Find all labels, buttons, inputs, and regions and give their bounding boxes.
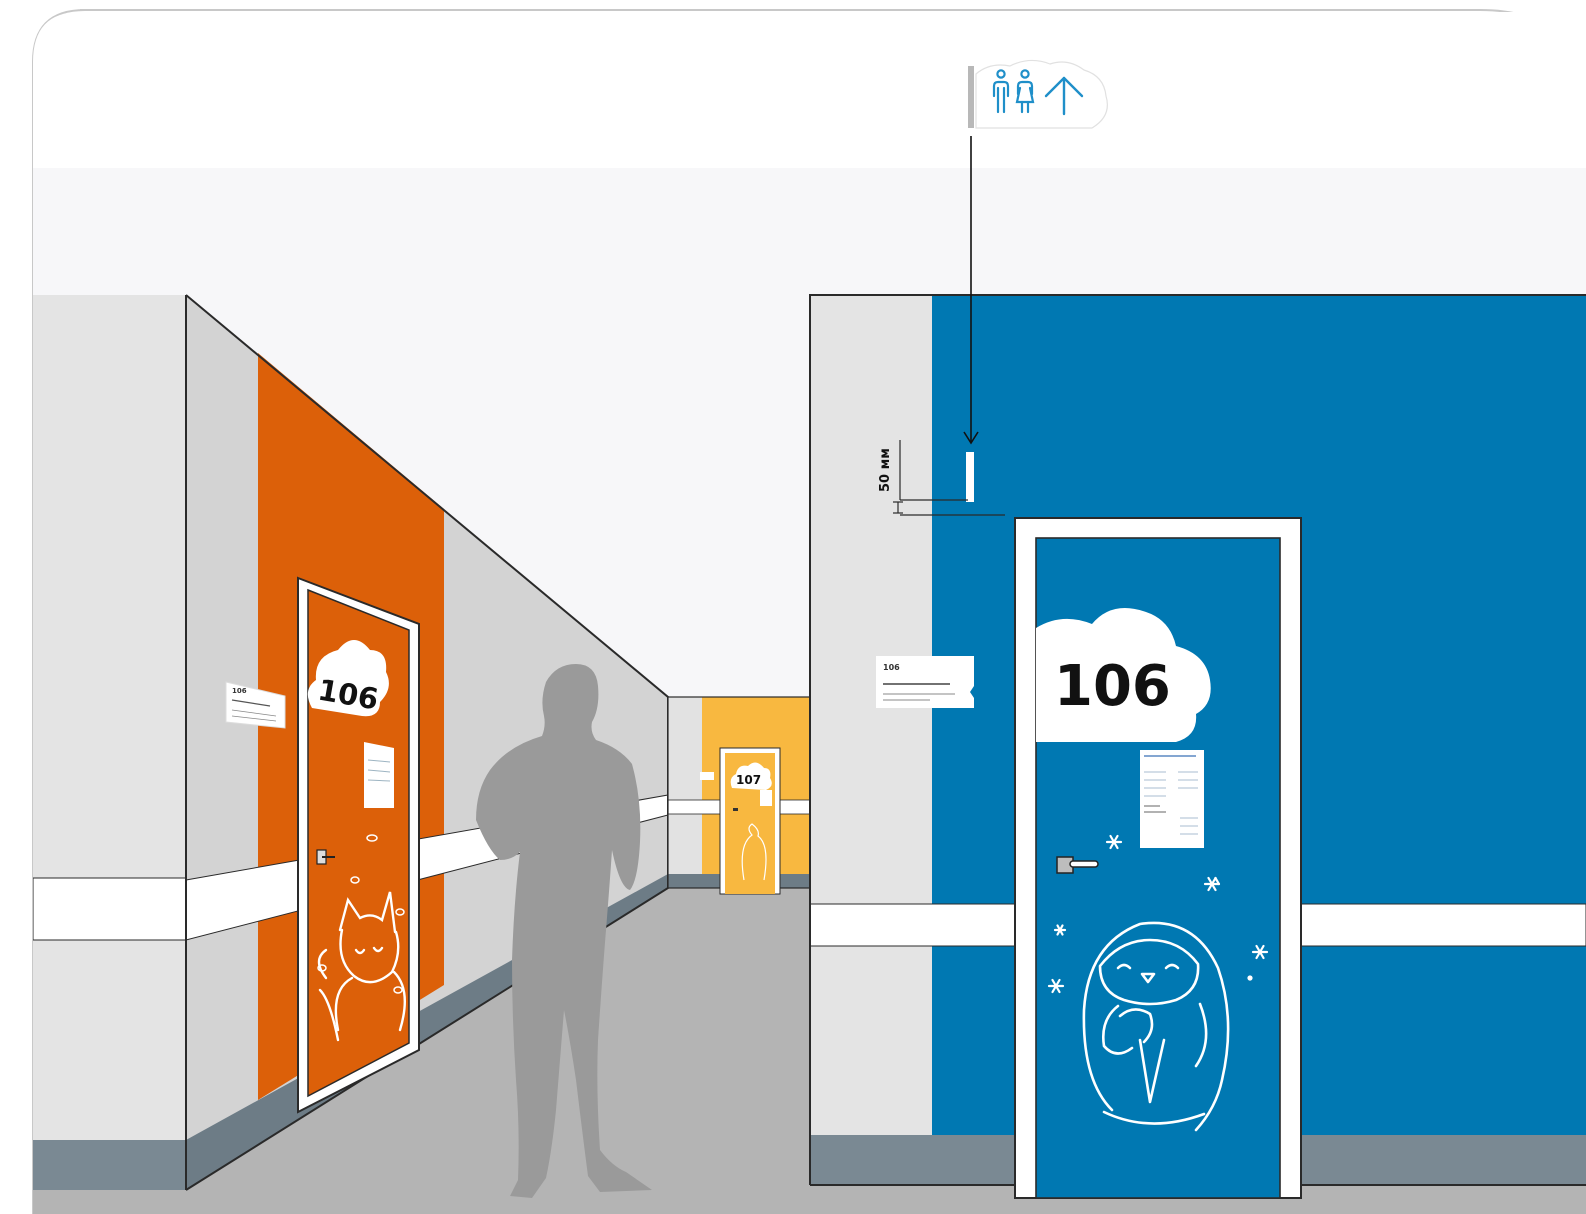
wayfinding-scene: 50 мм 106 107 106 106 106 [32,9,1586,1214]
left-door-notice [364,742,394,808]
main-door [1014,517,1302,1199]
far-door [719,747,781,895]
dimension-label: 50 мм [878,448,893,492]
right-wall-grey [810,295,932,1185]
wall-plaque [966,452,974,502]
main-door-number: 106 [1054,654,1171,719]
left-plate-number: 106 [232,687,247,695]
far-door-number: 107 [736,773,761,787]
overhead-sign-bracket [968,66,974,128]
right-plate-number: 106 [883,663,900,672]
main-door-notice [1140,750,1204,848]
overhead-sign [968,59,1108,129]
left-wall-end [33,295,186,1190]
left-door [297,576,420,1114]
